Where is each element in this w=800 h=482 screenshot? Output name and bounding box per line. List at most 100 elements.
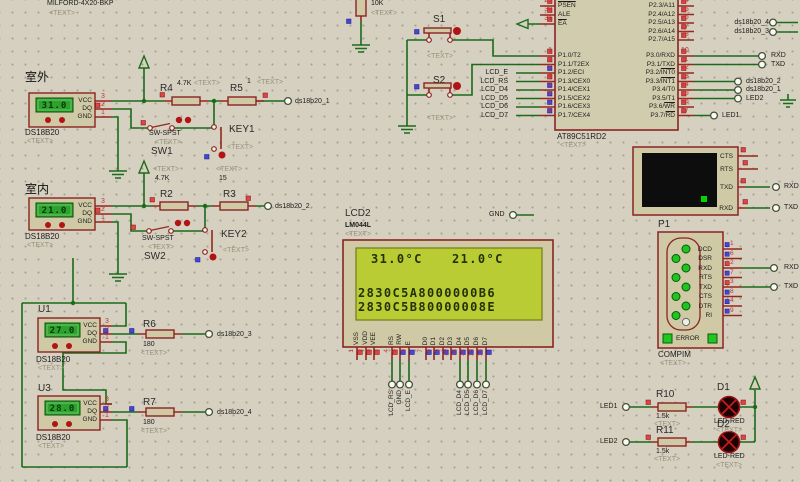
resistor-r4[interactable] [172, 97, 200, 105]
terminal-ds18b20-2[interactable]: ds18b20_2 [275, 203, 310, 211]
sensor-pin-name: VCC [69, 322, 97, 329]
terminal-rxd[interactable]: RXD [771, 52, 786, 60]
mcu-pin-num: 5 [540, 81, 552, 89]
text-placeholder: <TEXT> [38, 443, 64, 451]
text-placeholder: <TEXT> [27, 138, 53, 146]
led-d1[interactable] [719, 397, 740, 418]
terminal-rxd[interactable]: RXD [784, 264, 799, 272]
terminal-txd[interactable]: TXD [771, 61, 785, 69]
text-placeholder: <TEXT> [141, 350, 167, 358]
resistor-r10-value: 1.5k [656, 413, 669, 421]
switch-sw1-ref: SW1 [151, 146, 173, 158]
sensor-pin-num: 1 [101, 214, 105, 222]
lcd-pin-num: 7 [417, 349, 424, 353]
resistor-r6[interactable] [146, 330, 174, 338]
resistor-r5-value: 1 [247, 78, 251, 86]
mcu-pin-num: 28 [681, 31, 689, 39]
sensor-pin-num: 1 [105, 412, 109, 420]
lcd-pin-num: 11 [451, 349, 458, 356]
compim-pin-name: DTR [684, 303, 712, 310]
sensor-pin-name: DQ [64, 210, 92, 217]
lcd-pin-num: 3 [365, 349, 372, 353]
terminal-lcd-e[interactable]: LCD_E [405, 390, 412, 411]
sensor-pin-num: 2 [101, 206, 105, 214]
compim-pin-name: DCD [684, 246, 712, 253]
resistor-10k[interactable] [356, 0, 366, 16]
terminal-lcd-rs[interactable]: LCD_RS [468, 78, 508, 86]
vt-pin-cts: CTS [705, 153, 733, 160]
compim-pin-name: CTS [684, 293, 712, 300]
mcu-pin-num: 17 [681, 107, 689, 115]
sensor-pin-name: DQ [69, 330, 97, 337]
terminal-ds18b20-1[interactable]: ds18b20_1 [295, 98, 330, 106]
mcu-pin-num: 11 [681, 56, 688, 64]
terminal-ds18b20-4[interactable]: ds18b20_4 [711, 19, 769, 27]
terminal-lcd-d4[interactable]: LCD_D4 [456, 390, 463, 415]
terminal-txd[interactable]: TXD [784, 204, 798, 212]
resistor-r5[interactable] [228, 97, 256, 105]
sensor-part-label: DS18B20 [25, 128, 59, 137]
sensor-pin-num: 3 [101, 93, 105, 101]
sensor-part-label: DS18B20 [25, 232, 59, 241]
terminal-lcd-rs[interactable]: LCD_RS [388, 390, 395, 416]
led-d1-ref: D1 [717, 382, 730, 394]
proteus-schematic-canvas[interactable]: MILFORD-4X20-BKP <TEXT> 10K <TEXT> S1 <T… [0, 0, 800, 482]
terminal-lcd-d6[interactable]: LCD_D6 [468, 103, 508, 111]
resistor-r2[interactable] [160, 202, 188, 210]
resistor-r11[interactable] [658, 438, 686, 446]
button-s2-ref: S2 [433, 75, 445, 87]
sensor-pin-num: 1 [101, 109, 105, 117]
sensor-pin-name: GND [64, 218, 92, 225]
resistor-r5-ref: R5 [230, 83, 243, 95]
lcd-pin-name: D5 [464, 337, 471, 345]
terminal-lcd-e[interactable]: LCD_E [468, 69, 508, 77]
sensor-part-label: DS18B20 [36, 433, 70, 442]
resistor-r10[interactable] [658, 403, 686, 411]
compim-pin-name: RTS [684, 274, 712, 281]
terminal-ds18b20-3[interactable]: ds18b20_3 [711, 28, 769, 36]
terminal-lcd-d5[interactable]: LCD_D5 [468, 95, 508, 103]
terminal-ds18b20-3[interactable]: ds18b20_3 [217, 331, 252, 339]
compim-pin-num: 6 [730, 250, 734, 257]
power-arrow-icon [139, 161, 149, 173]
terminal-ds18b20-4[interactable]: ds18b20_4 [217, 409, 252, 417]
terminal-gnd[interactable]: GND [489, 211, 505, 219]
button-s1-cap[interactable] [424, 28, 451, 33]
terminal-led2[interactable]: LED2 [746, 95, 764, 103]
terminal-gnd[interactable]: GND [396, 390, 403, 404]
sensor-indoor-title: 室内 [25, 183, 49, 197]
switch-sw1-type: SW-SPST [149, 130, 181, 138]
terminal-led2[interactable]: LED2 [600, 438, 618, 446]
compim-pin-num: 3 [730, 278, 734, 285]
resistor-r3[interactable] [220, 202, 248, 210]
lcd-pin-name: D3 [447, 337, 454, 345]
terminal-led1[interactable]: LED1 [722, 112, 740, 120]
sensor-pin-name: VCC [64, 202, 92, 209]
terminal-ds18b20-1[interactable]: ds18b20_1 [746, 86, 781, 94]
sensor-pin-name: VCC [64, 97, 92, 104]
led-d2[interactable] [719, 432, 740, 453]
lcd-rom-code-1: 2830C5A8000000B6 [358, 286, 496, 300]
lcd-pin-name: VSS [353, 332, 360, 345]
sensor-pin-name: GND [64, 113, 92, 120]
text-placeholder: <TEXT> [223, 247, 249, 255]
mcu-part-label: AT89C51RD2 [557, 132, 606, 141]
terminal-led1[interactable]: LED1 [600, 403, 618, 411]
text-placeholder: <TEXT> [38, 365, 64, 373]
terminal-ds18b20-2[interactable]: ds18b20_2 [746, 78, 781, 86]
terminal-lcd-d7[interactable]: LCD_D7 [468, 112, 508, 120]
schematic-graphics [0, 0, 800, 482]
resistor-r7[interactable] [146, 408, 174, 416]
terminal-lcd-d7[interactable]: LCD_D7 [482, 390, 489, 415]
terminal-rxd[interactable]: RXD [784, 183, 799, 191]
compim-pin-name: TXD [684, 284, 712, 291]
sensor-pin-num: 3 [105, 396, 109, 404]
terminal-lcd-d4[interactable]: LCD_D4 [468, 86, 508, 94]
terminal-lcd-d6[interactable]: LCD_D6 [473, 390, 480, 415]
lcd-ref: LCD2 [345, 208, 371, 220]
terminal-lcd-d5[interactable]: LCD_D5 [464, 390, 471, 415]
sensor-part-label: DS18B20 [36, 355, 70, 364]
terminal-txd[interactable]: TXD [784, 283, 798, 291]
compim-ref: P1 [658, 219, 670, 231]
mcu-pin-num: 12 [681, 64, 689, 72]
